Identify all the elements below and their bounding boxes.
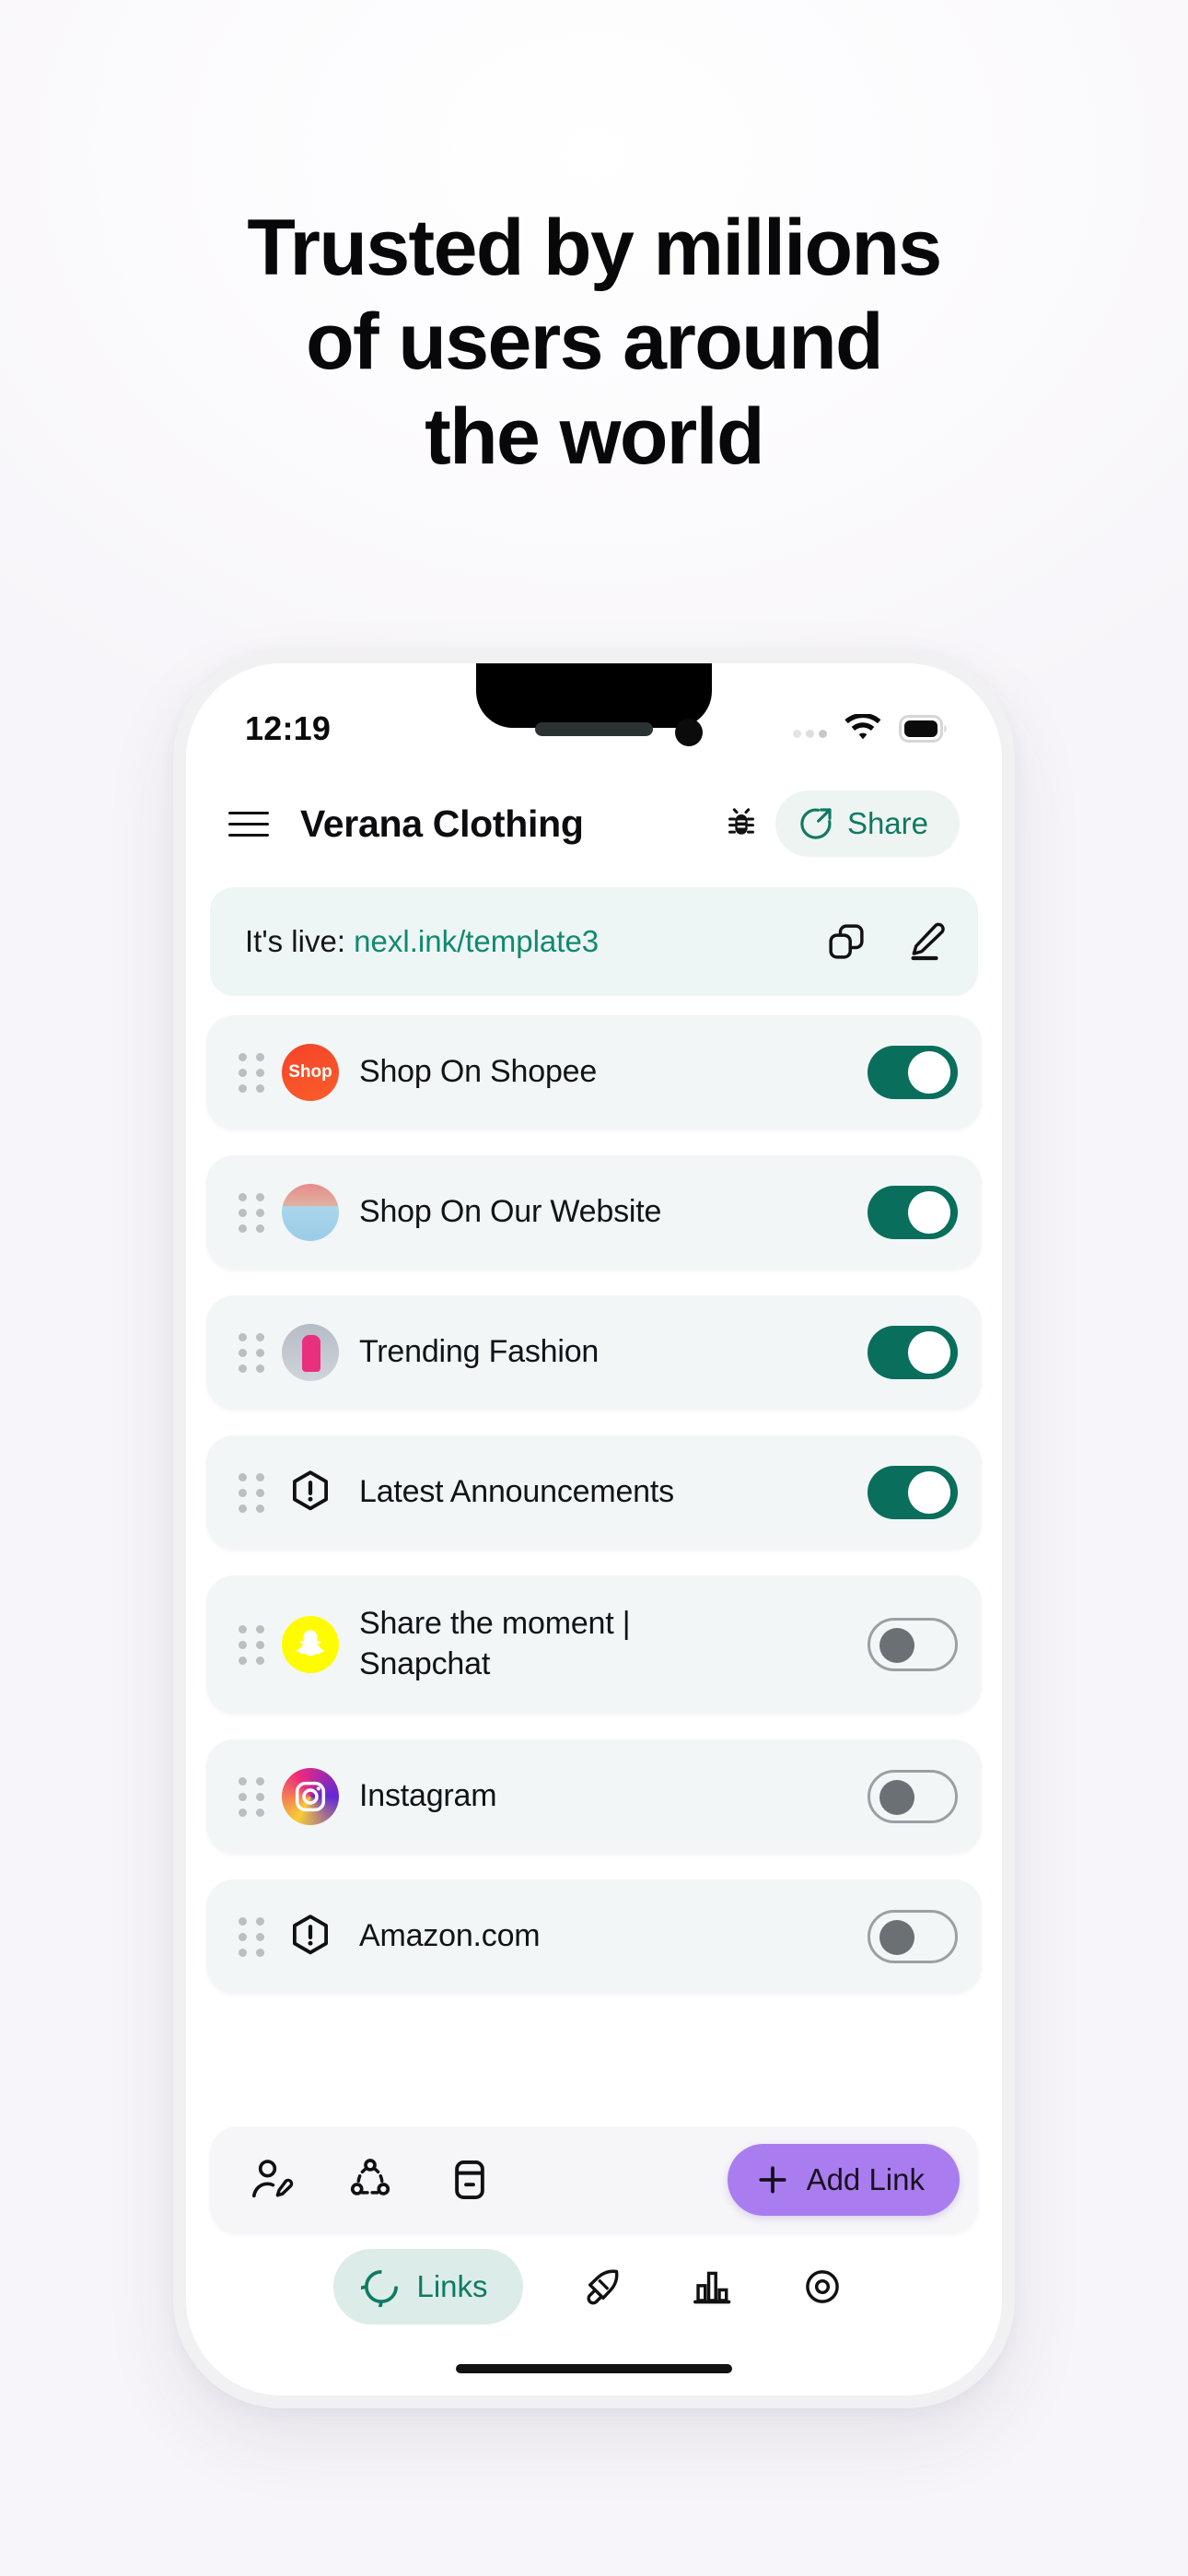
- add-link-button[interactable]: Add Link: [727, 2144, 960, 2216]
- list-item-label: Latest Announcements: [359, 1474, 674, 1510]
- page-root: Trusted by millions of users around the …: [0, 0, 1188, 2576]
- live-url-text: It's live: nexl.ink/template3: [245, 924, 825, 959]
- link-toggle[interactable]: [868, 1186, 958, 1239]
- drag-handle-icon[interactable]: [234, 1052, 269, 1093]
- hamburger-menu-icon[interactable]: [223, 798, 274, 849]
- table-row[interactable]: Shop On Our Website: [206, 1155, 982, 1270]
- tab-rocket[interactable]: [569, 2249, 634, 2324]
- tab-analytics[interactable]: [680, 2249, 744, 2324]
- rocket-icon: [580, 2266, 623, 2308]
- bar-chart-icon: [691, 2266, 733, 2308]
- fashion-thumbnail-icon: [282, 1324, 339, 1381]
- alert-hexagon-icon: [282, 1908, 339, 1965]
- link-toggle[interactable]: [868, 1770, 958, 1823]
- drag-handle-icon[interactable]: [234, 1776, 269, 1817]
- wifi-icon: [843, 714, 883, 744]
- link-toggle[interactable]: [868, 1466, 958, 1519]
- target-eye-icon: [801, 2266, 844, 2308]
- speaker-grille: [535, 722, 653, 736]
- bug-icon[interactable]: [720, 802, 763, 845]
- tab-links-label: Links: [416, 2269, 488, 2303]
- alert-hexagon-icon: [282, 1464, 339, 1521]
- live-url-link[interactable]: nexl.ink/template3: [354, 924, 599, 958]
- tab-links[interactable]: Links: [333, 2249, 523, 2324]
- headline-line-1: Trusted by millions: [247, 204, 942, 292]
- snapchat-logo-icon: [282, 1616, 339, 1673]
- phone-mockup: 12:19 Verana Clothing Share It's live: n…: [173, 650, 1015, 2408]
- page-title: Trusted by millions of users around the …: [0, 201, 1188, 484]
- copy-icon[interactable]: [825, 920, 868, 963]
- share-button[interactable]: Share: [775, 790, 960, 857]
- shopee-logo-icon: Shop: [282, 1044, 339, 1101]
- list-item-label: Shop On Shopee: [359, 1054, 598, 1090]
- avatar-text: Shop: [288, 1062, 332, 1082]
- tab-preview[interactable]: [790, 2249, 855, 2324]
- phone-screen: 12:19 Verana Clothing Share It's live: n…: [186, 663, 1002, 2395]
- signal-dots-icon: [793, 720, 827, 738]
- add-link-label: Add Link: [806, 2162, 925, 2196]
- table-row[interactable]: Shop Shop On Shopee: [206, 1015, 982, 1130]
- plus-icon: [755, 2162, 790, 2197]
- user-edit-icon[interactable]: [247, 2156, 295, 2204]
- link-toggle[interactable]: [868, 1326, 958, 1379]
- table-row[interactable]: Share the moment | Snapchat: [206, 1575, 982, 1714]
- list-item-label: Trending Fashion: [359, 1334, 600, 1370]
- live-prefix: It's live:: [245, 924, 355, 958]
- link-toggle[interactable]: [868, 1618, 958, 1671]
- pencil-edit-icon[interactable]: [904, 920, 947, 963]
- bottom-action-bar: Add Link: [210, 2126, 978, 2233]
- bottom-tab-bar: Links: [186, 2244, 1002, 2329]
- table-row[interactable]: Instagram: [206, 1739, 982, 1854]
- home-indicator: [456, 2364, 732, 2373]
- status-indicators: [793, 714, 950, 744]
- action-tools: [247, 2156, 728, 2204]
- app-header: Verana Clothing Share: [186, 772, 1002, 875]
- website-thumbnail-icon: [282, 1184, 339, 1241]
- link-toggle[interactable]: [868, 1046, 958, 1099]
- instagram-logo-icon: [282, 1768, 339, 1825]
- archive-box-icon[interactable]: [446, 2156, 494, 2204]
- headline-line-3: the world: [425, 392, 764, 481]
- headline-line-2: of users around: [306, 298, 883, 387]
- list-item-label: Instagram: [359, 1778, 497, 1814]
- status-time: 12:19: [245, 709, 332, 747]
- live-banner-actions: [825, 920, 947, 963]
- drag-handle-icon[interactable]: [234, 1332, 269, 1373]
- table-row[interactable]: Amazon.com: [206, 1879, 982, 1994]
- app-title: Verana Clothing: [300, 802, 584, 845]
- share-nodes-icon[interactable]: [346, 2156, 394, 2204]
- list-item-label: Shop On Our Website: [359, 1194, 662, 1230]
- link-toggle[interactable]: [868, 1910, 958, 1963]
- battery-full-icon: [899, 715, 950, 743]
- drag-handle-icon[interactable]: [234, 1192, 269, 1233]
- live-url-banner: It's live: nexl.ink/template3: [210, 887, 978, 996]
- list-item-label: Amazon.com: [359, 1918, 541, 1954]
- dynamic-island: [476, 663, 712, 728]
- table-row[interactable]: Trending Fashion: [206, 1295, 982, 1410]
- share-button-label: Share: [846, 806, 928, 840]
- share-arrow-icon: [798, 805, 834, 842]
- table-row[interactable]: Latest Announcements: [206, 1435, 982, 1550]
- front-camera-dot: [675, 719, 703, 746]
- drag-handle-icon[interactable]: [234, 1472, 269, 1513]
- drag-handle-icon[interactable]: [234, 1624, 269, 1665]
- links-chain-icon: [361, 2266, 402, 2307]
- list-item-label: Share the moment | Snapchat: [359, 1606, 631, 1681]
- drag-handle-icon[interactable]: [234, 1916, 269, 1957]
